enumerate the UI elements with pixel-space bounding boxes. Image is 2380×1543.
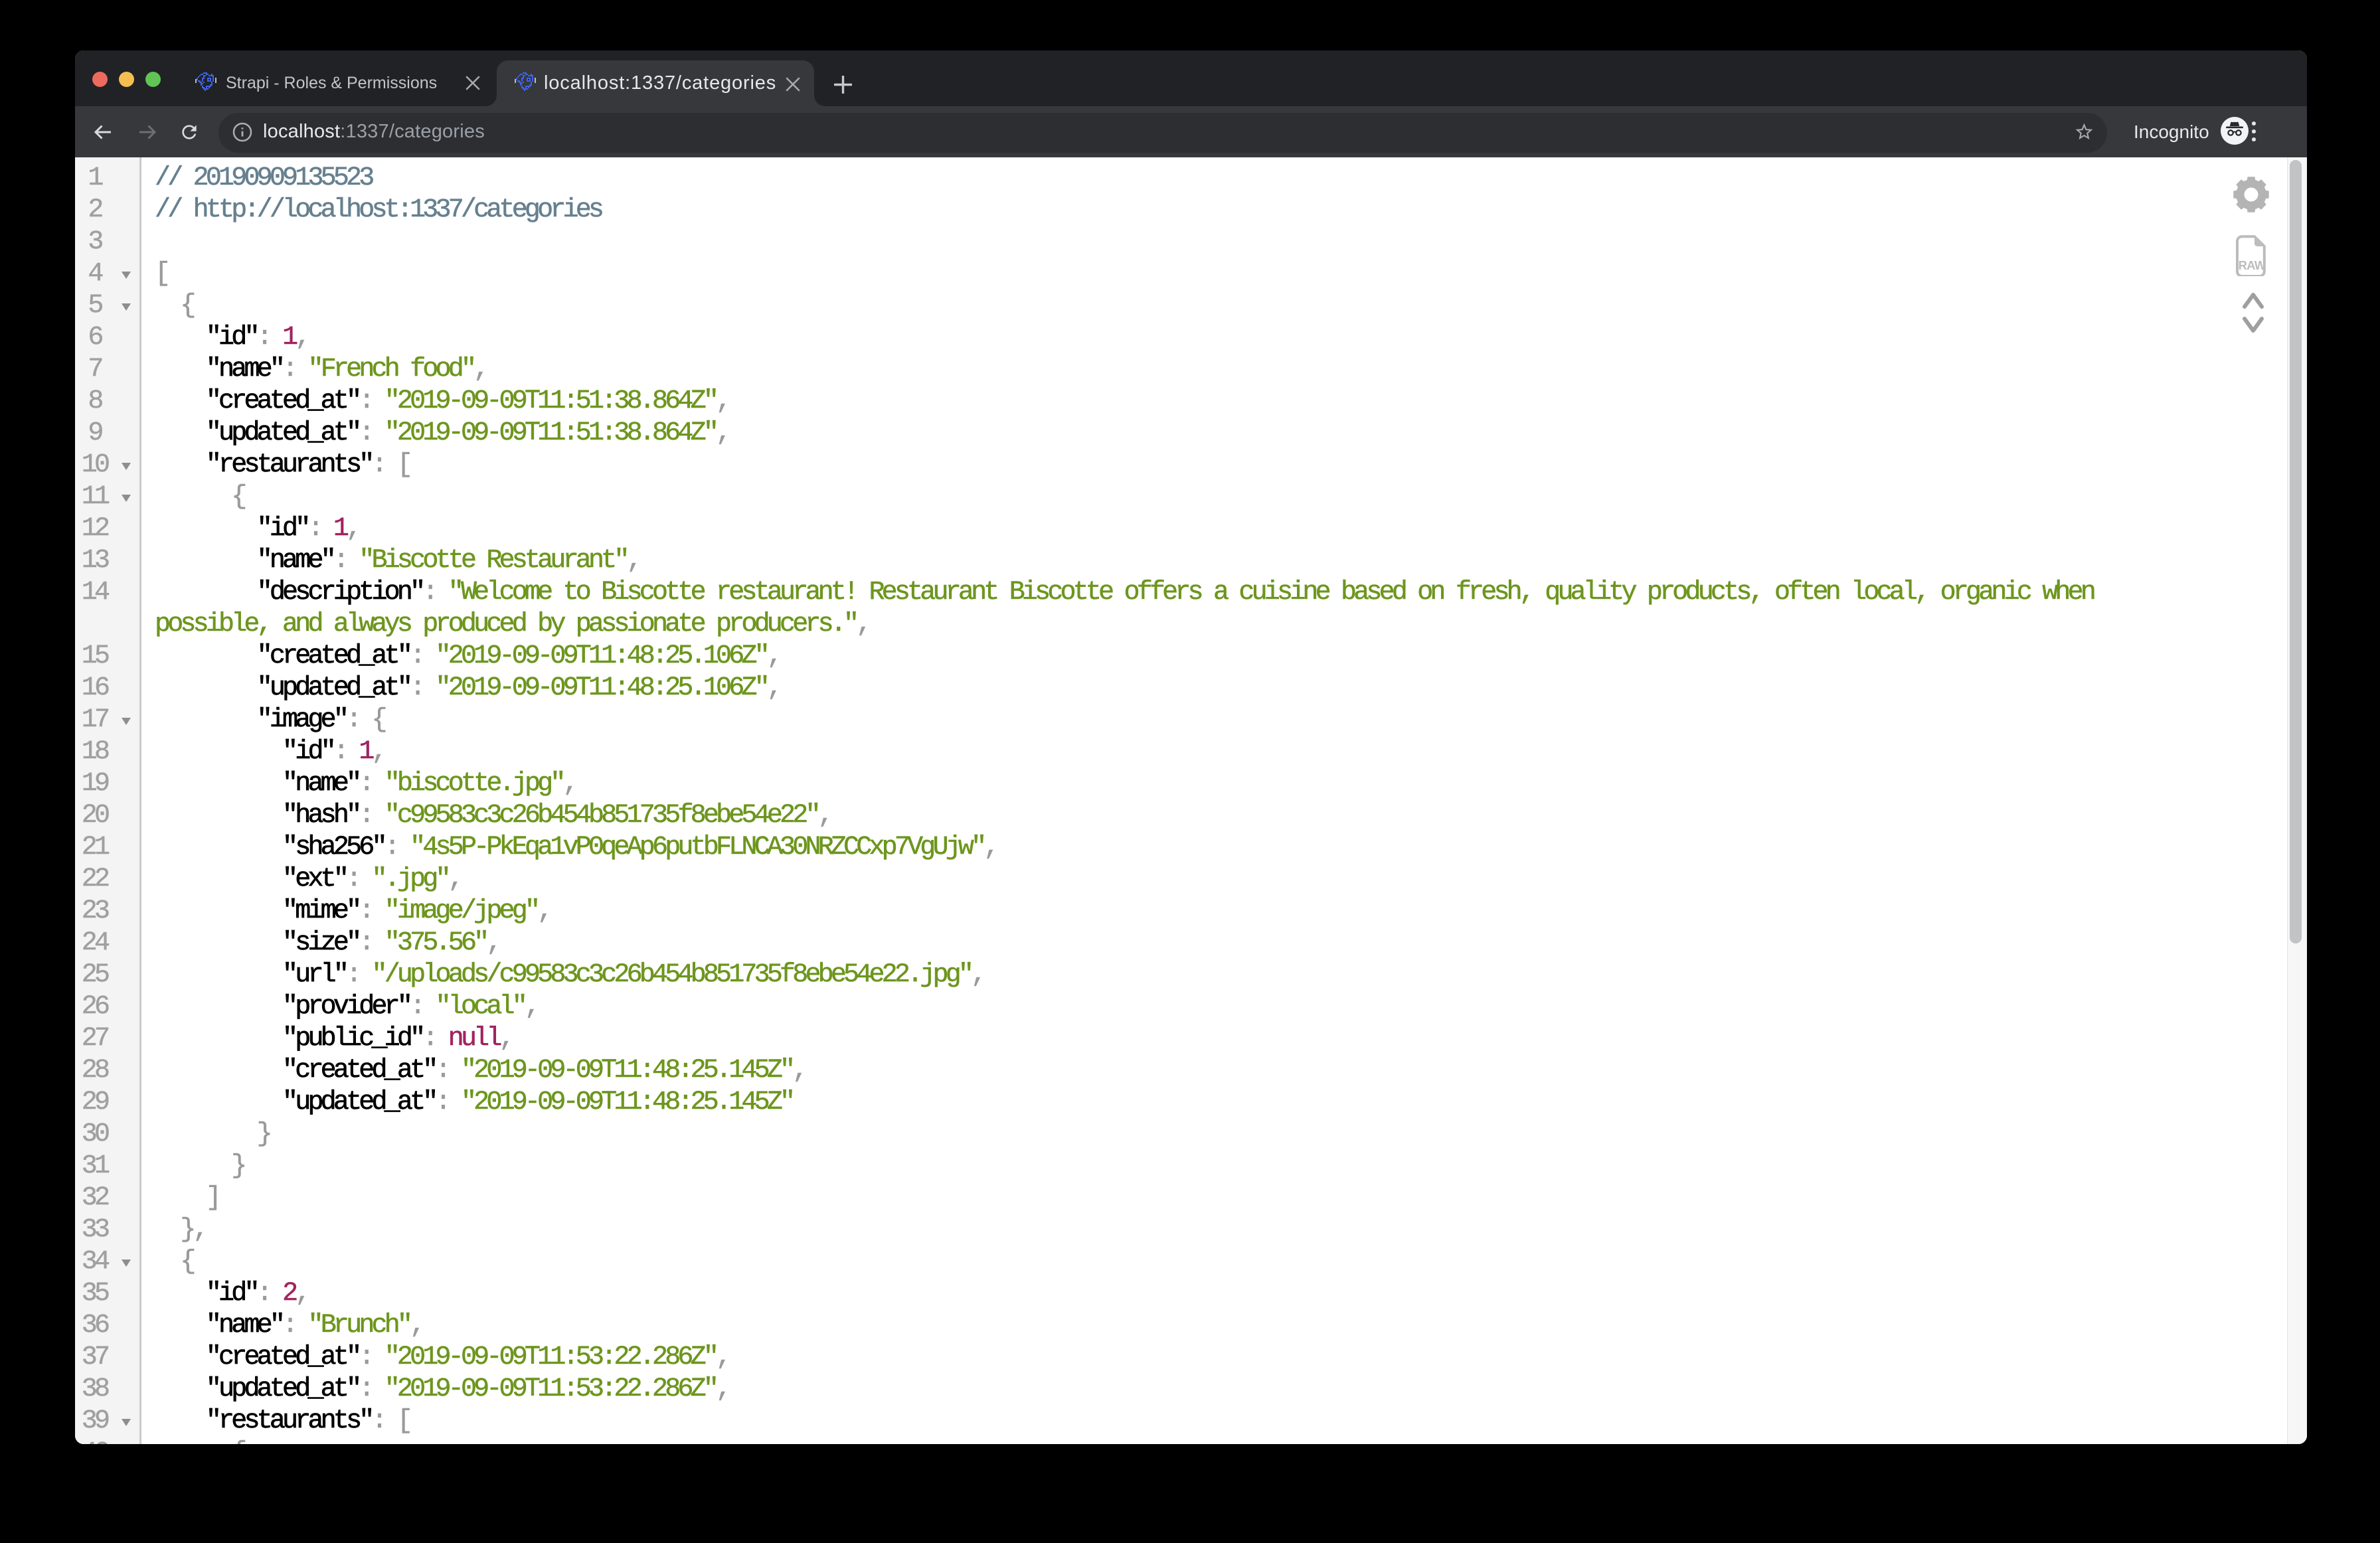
svg-text:RAW: RAW <box>2239 258 2266 272</box>
